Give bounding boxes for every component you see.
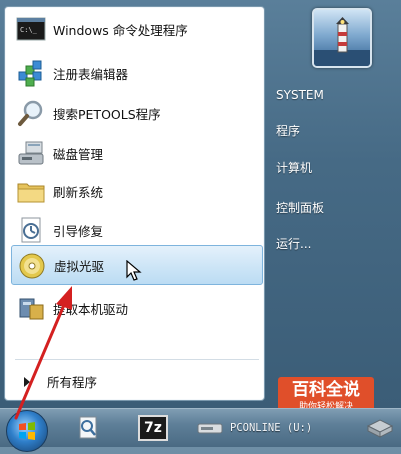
menu-item-label: 提取本机驱动 xyxy=(53,301,129,317)
start-menu: C:\_ Windows 命令处理程序 注册表编辑器 搜索PETOOLS程序 磁… xyxy=(0,0,401,408)
taskbar-network-drive-button[interactable] xyxy=(362,413,398,443)
computer-link[interactable]: 计算机 xyxy=(276,155,394,179)
user-picture[interactable] xyxy=(312,8,372,68)
folder-icon xyxy=(15,175,47,207)
all-programs-button[interactable]: 所有程序 xyxy=(15,367,255,395)
user-name-link[interactable]: SYSTEM xyxy=(276,83,394,107)
control-panel-label: 控制面板 xyxy=(276,200,325,215)
menu-item-refresh-system[interactable]: 刷新系统 xyxy=(11,173,263,209)
menu-item-boot-repair[interactable]: 引导修复 xyxy=(11,212,263,248)
menu-item-virtual-cd-drive[interactable]: 虚拟光驱 xyxy=(11,245,263,285)
menu-item-extract-drivers[interactable]: 提取本机驱动 xyxy=(11,290,263,326)
menu-item-label: 注册表编辑器 xyxy=(53,66,129,82)
usb-drive-label: PCONLINE (U:) xyxy=(230,422,313,434)
mouse-cursor-icon xyxy=(126,259,142,285)
divider xyxy=(15,359,259,360)
computer-label: 计算机 xyxy=(276,160,313,175)
svg-text:C:\_: C:\_ xyxy=(20,26,38,34)
taskbar-usb-drive-button[interactable]: PCONLINE (U:) xyxy=(196,413,324,443)
lighthouse-icon xyxy=(314,17,370,66)
user-name-label: SYSTEM xyxy=(276,88,324,102)
menu-item-label: 刷新系统 xyxy=(53,184,104,200)
taskbar: 7z PCONLINE (U:) xyxy=(0,408,401,452)
taskbar-magnifier-button[interactable] xyxy=(70,413,106,443)
menu-item-search-petools[interactable]: 搜索PETOOLS程序 xyxy=(11,95,263,131)
menu-item-label: Windows 命令处理程序 xyxy=(53,22,188,38)
menu-item-label: 虚拟光驱 xyxy=(54,258,105,274)
right-arrow-icon xyxy=(24,377,30,387)
all-programs-label: 所有程序 xyxy=(47,374,98,390)
menu-item-registry-editor[interactable]: 注册表编辑器 xyxy=(11,55,263,91)
driver-extract-icon xyxy=(15,292,47,324)
run-link[interactable]: 运行... xyxy=(276,231,394,255)
cd-drive-icon xyxy=(16,250,48,282)
menu-item-label: 磁盘管理 xyxy=(53,146,104,162)
usb-drive-icon xyxy=(197,423,223,434)
windows-logo-icon xyxy=(19,422,35,440)
7zip-icon-text: 7z xyxy=(144,420,162,436)
disk-management-icon xyxy=(15,137,47,169)
programs-label: 程序 xyxy=(276,123,301,138)
watermark-title: 百科全说 xyxy=(292,380,360,400)
menu-item-disk-management[interactable]: 磁盘管理 xyxy=(11,135,263,171)
magnifier-icon xyxy=(15,97,47,129)
registry-editor-icon xyxy=(15,57,47,89)
network-drive-icon xyxy=(366,419,394,438)
start-menu-right-panel: SYSTEM 程序 计算机 控制面板 运行... xyxy=(268,0,401,408)
menu-item-command-prompt[interactable]: C:\_ Windows 命令处理程序 xyxy=(11,11,263,47)
run-label: 运行... xyxy=(276,236,312,251)
taskbar-7zip-button[interactable]: 7z xyxy=(136,413,170,443)
programs-link[interactable]: 程序 xyxy=(276,118,394,142)
magnifier-document-icon xyxy=(79,416,97,439)
command-prompt-icon: C:\_ xyxy=(15,13,47,45)
menu-item-label: 引导修复 xyxy=(53,223,104,239)
start-menu-programs-panel: C:\_ Windows 命令处理程序 注册表编辑器 搜索PETOOLS程序 磁… xyxy=(4,6,265,401)
control-panel-link[interactable]: 控制面板 xyxy=(276,195,394,219)
menu-item-label: 搜索PETOOLS程序 xyxy=(53,106,161,122)
7zip-icon: 7z xyxy=(138,415,168,441)
boot-repair-icon xyxy=(15,214,47,246)
